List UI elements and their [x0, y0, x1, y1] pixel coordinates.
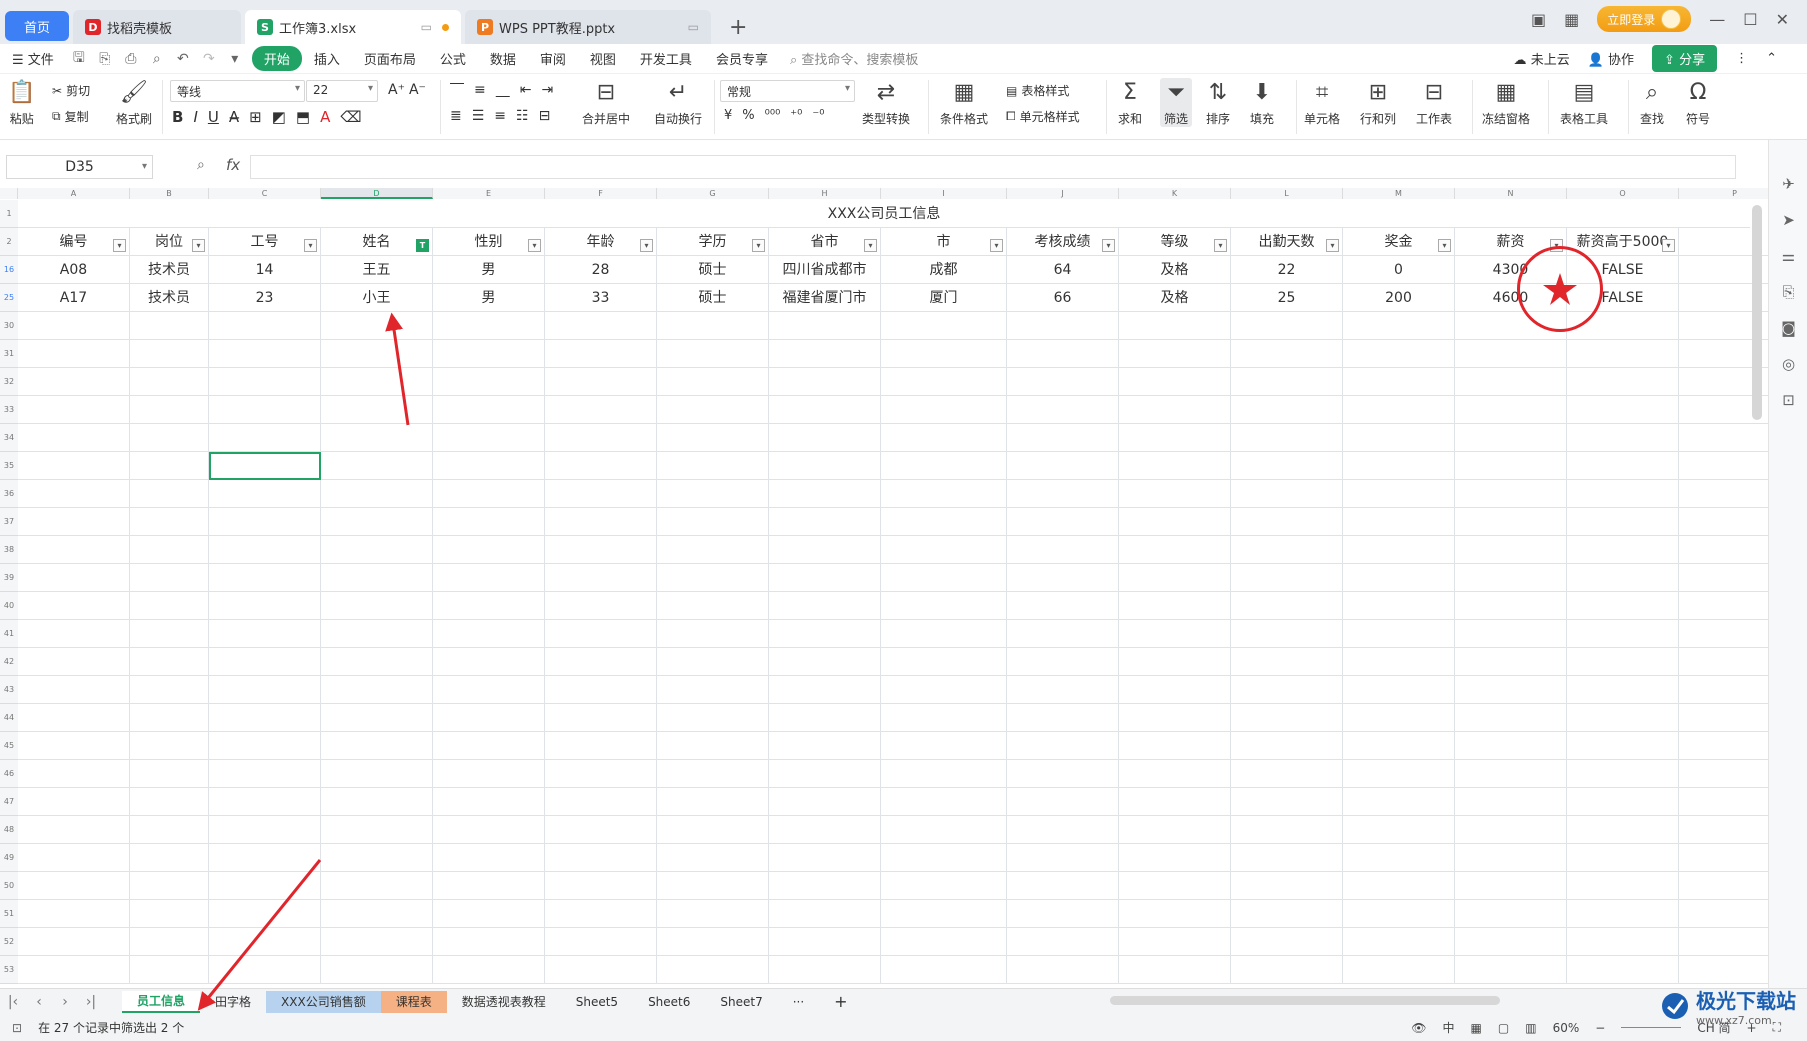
arrow-to-filter-status [197, 859, 322, 1011]
arrow-to-name-cell [385, 312, 410, 426]
annotation-arrows [197, 312, 410, 1011]
